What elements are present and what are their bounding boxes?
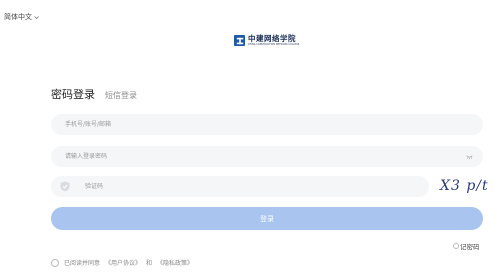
login-tabs: 密码登录 短信登录 bbox=[51, 86, 137, 102]
captcha-input[interactable] bbox=[51, 176, 429, 197]
tab-password-login[interactable]: 密码登录 bbox=[51, 86, 95, 102]
agreement: 已阅读并同意 《用户协议》 和 《隐私政策》 bbox=[51, 258, 193, 267]
language-switcher[interactable]: 简体中文 bbox=[4, 12, 39, 22]
tab-sms-login[interactable]: 短信登录 bbox=[105, 90, 137, 101]
agreement-prefix: 已阅读并同意 bbox=[64, 260, 101, 267]
remember-password-radio[interactable] bbox=[453, 243, 459, 249]
login-page: 简体中文 中建网络学院 CHINA CONSTRUCTION NETWORK C… bbox=[0, 0, 495, 278]
captcha-field bbox=[51, 176, 429, 197]
privacy-link[interactable]: 《隐私政策》 bbox=[157, 258, 193, 267]
language-label: 简体中文 bbox=[4, 13, 32, 21]
logo-text: 中建网络学院 CHINA CONSTRUCTION NETWORK COLLEG… bbox=[248, 35, 299, 46]
account-input[interactable] bbox=[51, 114, 483, 135]
account-field bbox=[51, 114, 483, 135]
agreement-and: 和 bbox=[146, 260, 153, 267]
remember-password-label: 记密码 bbox=[460, 243, 480, 251]
captcha-image[interactable]: X3 p/t bbox=[440, 175, 488, 197]
agreement-checkbox[interactable] bbox=[51, 258, 59, 267]
logo-subtitle: CHINA CONSTRUCTION NETWORK COLLEGE bbox=[248, 42, 300, 46]
shield-icon bbox=[60, 181, 70, 192]
password-field bbox=[51, 146, 483, 167]
site-logo: 中建网络学院 CHINA CONSTRUCTION NETWORK COLLEG… bbox=[234, 35, 299, 46]
password-input[interactable] bbox=[51, 146, 483, 167]
chevron-down-icon bbox=[34, 15, 39, 19]
logo-mark-icon bbox=[234, 35, 245, 46]
terms-link[interactable]: 《用户协议》 bbox=[105, 258, 141, 267]
remember-password[interactable]: 记密码 bbox=[453, 241, 480, 251]
logo-name: 中建网络学院 bbox=[248, 34, 296, 44]
eye-closed-icon[interactable] bbox=[466, 153, 473, 160]
login-button[interactable]: 登录 bbox=[51, 207, 483, 230]
